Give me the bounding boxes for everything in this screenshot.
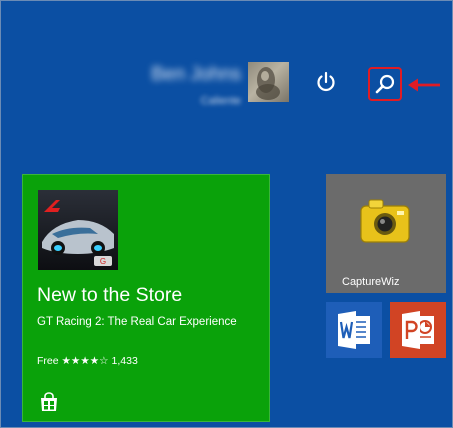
- user-subtitle: Caliente: [200, 95, 241, 107]
- store-price: Free: [37, 355, 59, 367]
- store-rating-count: 1,433: [111, 355, 138, 367]
- word-icon: [338, 311, 370, 349]
- power-button[interactable]: [315, 71, 337, 93]
- user-name[interactable]: Ben Johns: [129, 64, 241, 86]
- svg-text:G: G: [100, 257, 106, 266]
- search-icon: [375, 74, 395, 94]
- arrow-left-icon: [408, 78, 440, 92]
- store-rating: Free ★★★★☆ 1,433: [37, 355, 138, 367]
- store-stars: ★★★★☆: [61, 355, 109, 367]
- store-tile-title: New to the Store: [37, 284, 183, 306]
- capturewiz-tile[interactable]: CaptureWiz: [326, 174, 446, 293]
- avatar[interactable]: [248, 62, 289, 102]
- capturewiz-label: CaptureWiz: [342, 276, 400, 288]
- search-button[interactable]: [368, 67, 402, 101]
- store-bag-icon: [39, 392, 59, 412]
- camera-icon: [359, 198, 413, 244]
- store-tile[interactable]: G New to the Store GT Racing 2: The Real…: [22, 174, 270, 422]
- gt-racing-app-image: G: [38, 190, 118, 270]
- powerpoint-icon: [402, 311, 434, 349]
- powerpoint-tile[interactable]: [390, 302, 446, 358]
- store-app-name: GT Racing 2: The Real Car Experience: [37, 316, 237, 328]
- word-tile[interactable]: [326, 302, 382, 358]
- power-icon: [317, 71, 335, 92]
